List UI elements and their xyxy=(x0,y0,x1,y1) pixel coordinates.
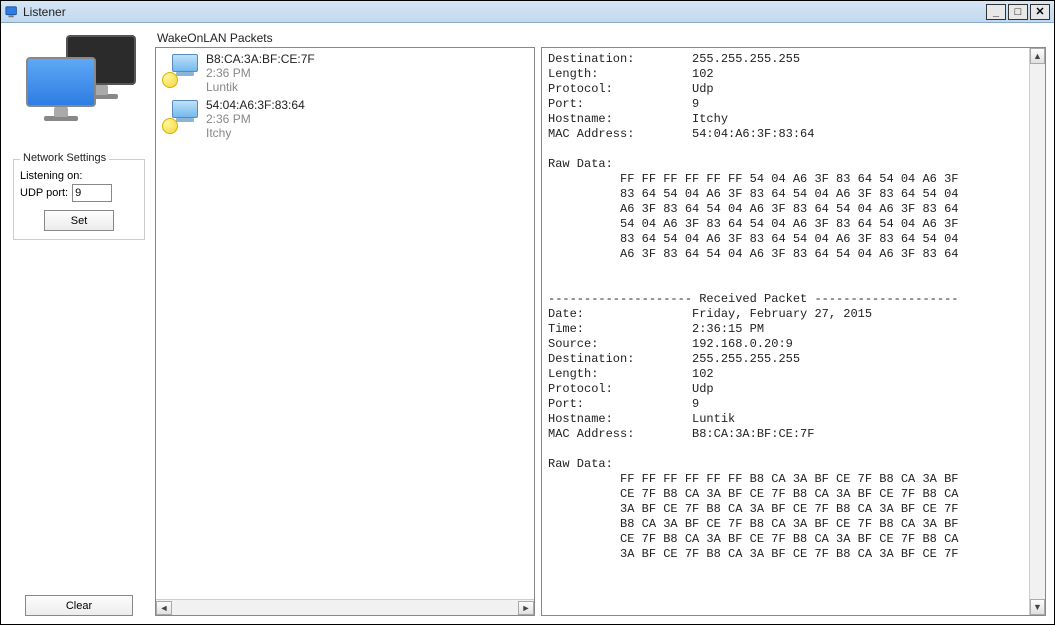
detail-text[interactable]: Destination: 255.255.255.255 Length: 102… xyxy=(542,48,1029,615)
packet-item[interactable]: B8:CA:3A:BF:CE:7F2:36 PMLuntik xyxy=(158,50,532,96)
packet-info: 54:04:A6:3F:83:642:36 PMItchy xyxy=(206,98,305,140)
packet-icon xyxy=(162,52,200,90)
listening-on-label: Listening on: xyxy=(20,170,82,182)
minimize-button[interactable]: _ xyxy=(986,4,1006,20)
detail-pane: Destination: 255.255.255.255 Length: 102… xyxy=(541,47,1046,616)
left-column: Network Settings Listening on: UDP port:… xyxy=(9,31,149,616)
packet-item[interactable]: 54:04:A6:3F:83:642:36 PMItchy xyxy=(158,96,532,142)
packets-title: WakeOnLAN Packets xyxy=(155,31,535,47)
scroll-v-track[interactable] xyxy=(1030,64,1045,599)
scroll-down-icon[interactable]: ▼ xyxy=(1030,599,1045,615)
titlebar: Listener _ □ ✕ xyxy=(1,1,1054,23)
close-button[interactable]: ✕ xyxy=(1030,4,1050,20)
maximize-button[interactable]: □ xyxy=(1008,4,1028,20)
packets-section: WakeOnLAN Packets B8:CA:3A:BF:CE:7F2:36 … xyxy=(155,31,535,616)
packet-time: 2:36 PM xyxy=(206,112,305,126)
app-icon xyxy=(5,5,19,19)
content-area: Network Settings Listening on: UDP port:… xyxy=(1,23,1054,624)
window-controls: _ □ ✕ xyxy=(986,4,1050,20)
udp-port-input[interactable] xyxy=(72,184,112,202)
packet-host: Luntik xyxy=(206,80,315,94)
clear-button[interactable]: Clear xyxy=(25,595,133,616)
monitors-graphic xyxy=(14,31,144,141)
packet-mac: B8:CA:3A:BF:CE:7F xyxy=(206,52,315,66)
network-settings-group: Network Settings Listening on: UDP port:… xyxy=(13,159,145,240)
udp-port-label: UDP port: xyxy=(20,187,68,199)
scroll-left-icon[interactable]: ◄ xyxy=(156,601,172,615)
monitor-icon-light xyxy=(26,57,96,107)
packet-icon xyxy=(162,98,200,136)
scroll-up-icon[interactable]: ▲ xyxy=(1030,48,1045,64)
packet-list-panel: B8:CA:3A:BF:CE:7F2:36 PMLuntik54:04:A6:3… xyxy=(155,47,535,616)
packet-info: B8:CA:3A:BF:CE:7F2:36 PMLuntik xyxy=(206,52,315,94)
app-window: Listener _ □ ✕ Network Settings Listenin… xyxy=(0,0,1055,625)
scroll-h-track[interactable] xyxy=(172,601,518,615)
packet-host: Itchy xyxy=(206,126,305,140)
set-button[interactable]: Set xyxy=(44,210,114,231)
scroll-right-icon[interactable]: ► xyxy=(518,601,534,615)
packet-time: 2:36 PM xyxy=(206,66,315,80)
horizontal-scrollbar[interactable]: ◄ ► xyxy=(156,599,534,615)
packet-list[interactable]: B8:CA:3A:BF:CE:7F2:36 PMLuntik54:04:A6:3… xyxy=(156,48,534,599)
vertical-scrollbar[interactable]: ▲ ▼ xyxy=(1029,48,1045,615)
window-title: Listener xyxy=(23,5,986,19)
network-settings-label: Network Settings xyxy=(20,152,109,164)
packet-mac: 54:04:A6:3F:83:64 xyxy=(206,98,305,112)
